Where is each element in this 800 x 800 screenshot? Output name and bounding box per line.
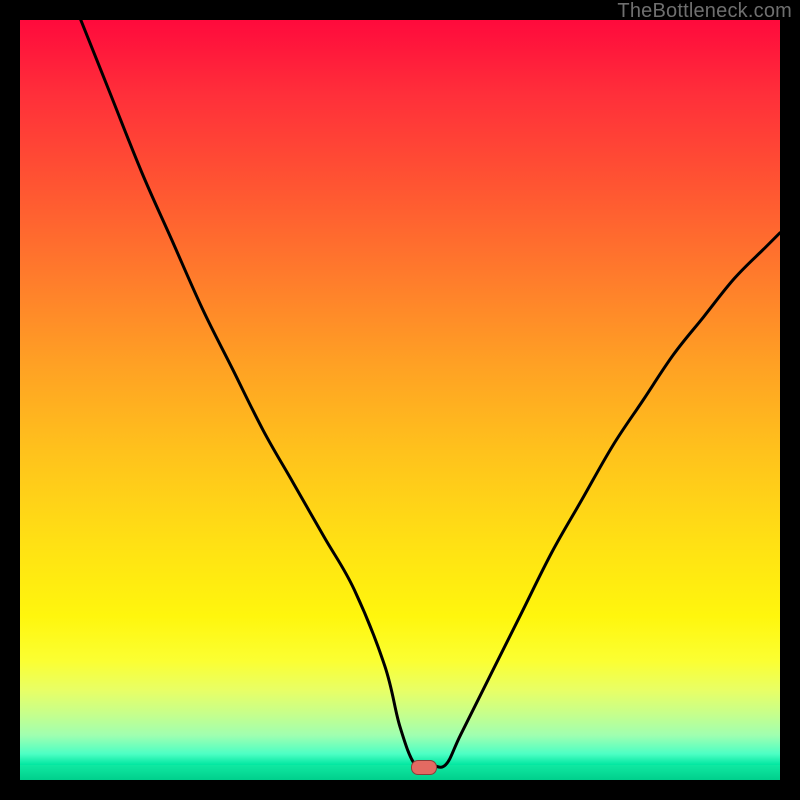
optimum-marker (411, 760, 437, 775)
bottleneck-curve (20, 20, 780, 780)
chart-frame: TheBottleneck.com (0, 0, 800, 800)
plot-area (20, 20, 780, 780)
